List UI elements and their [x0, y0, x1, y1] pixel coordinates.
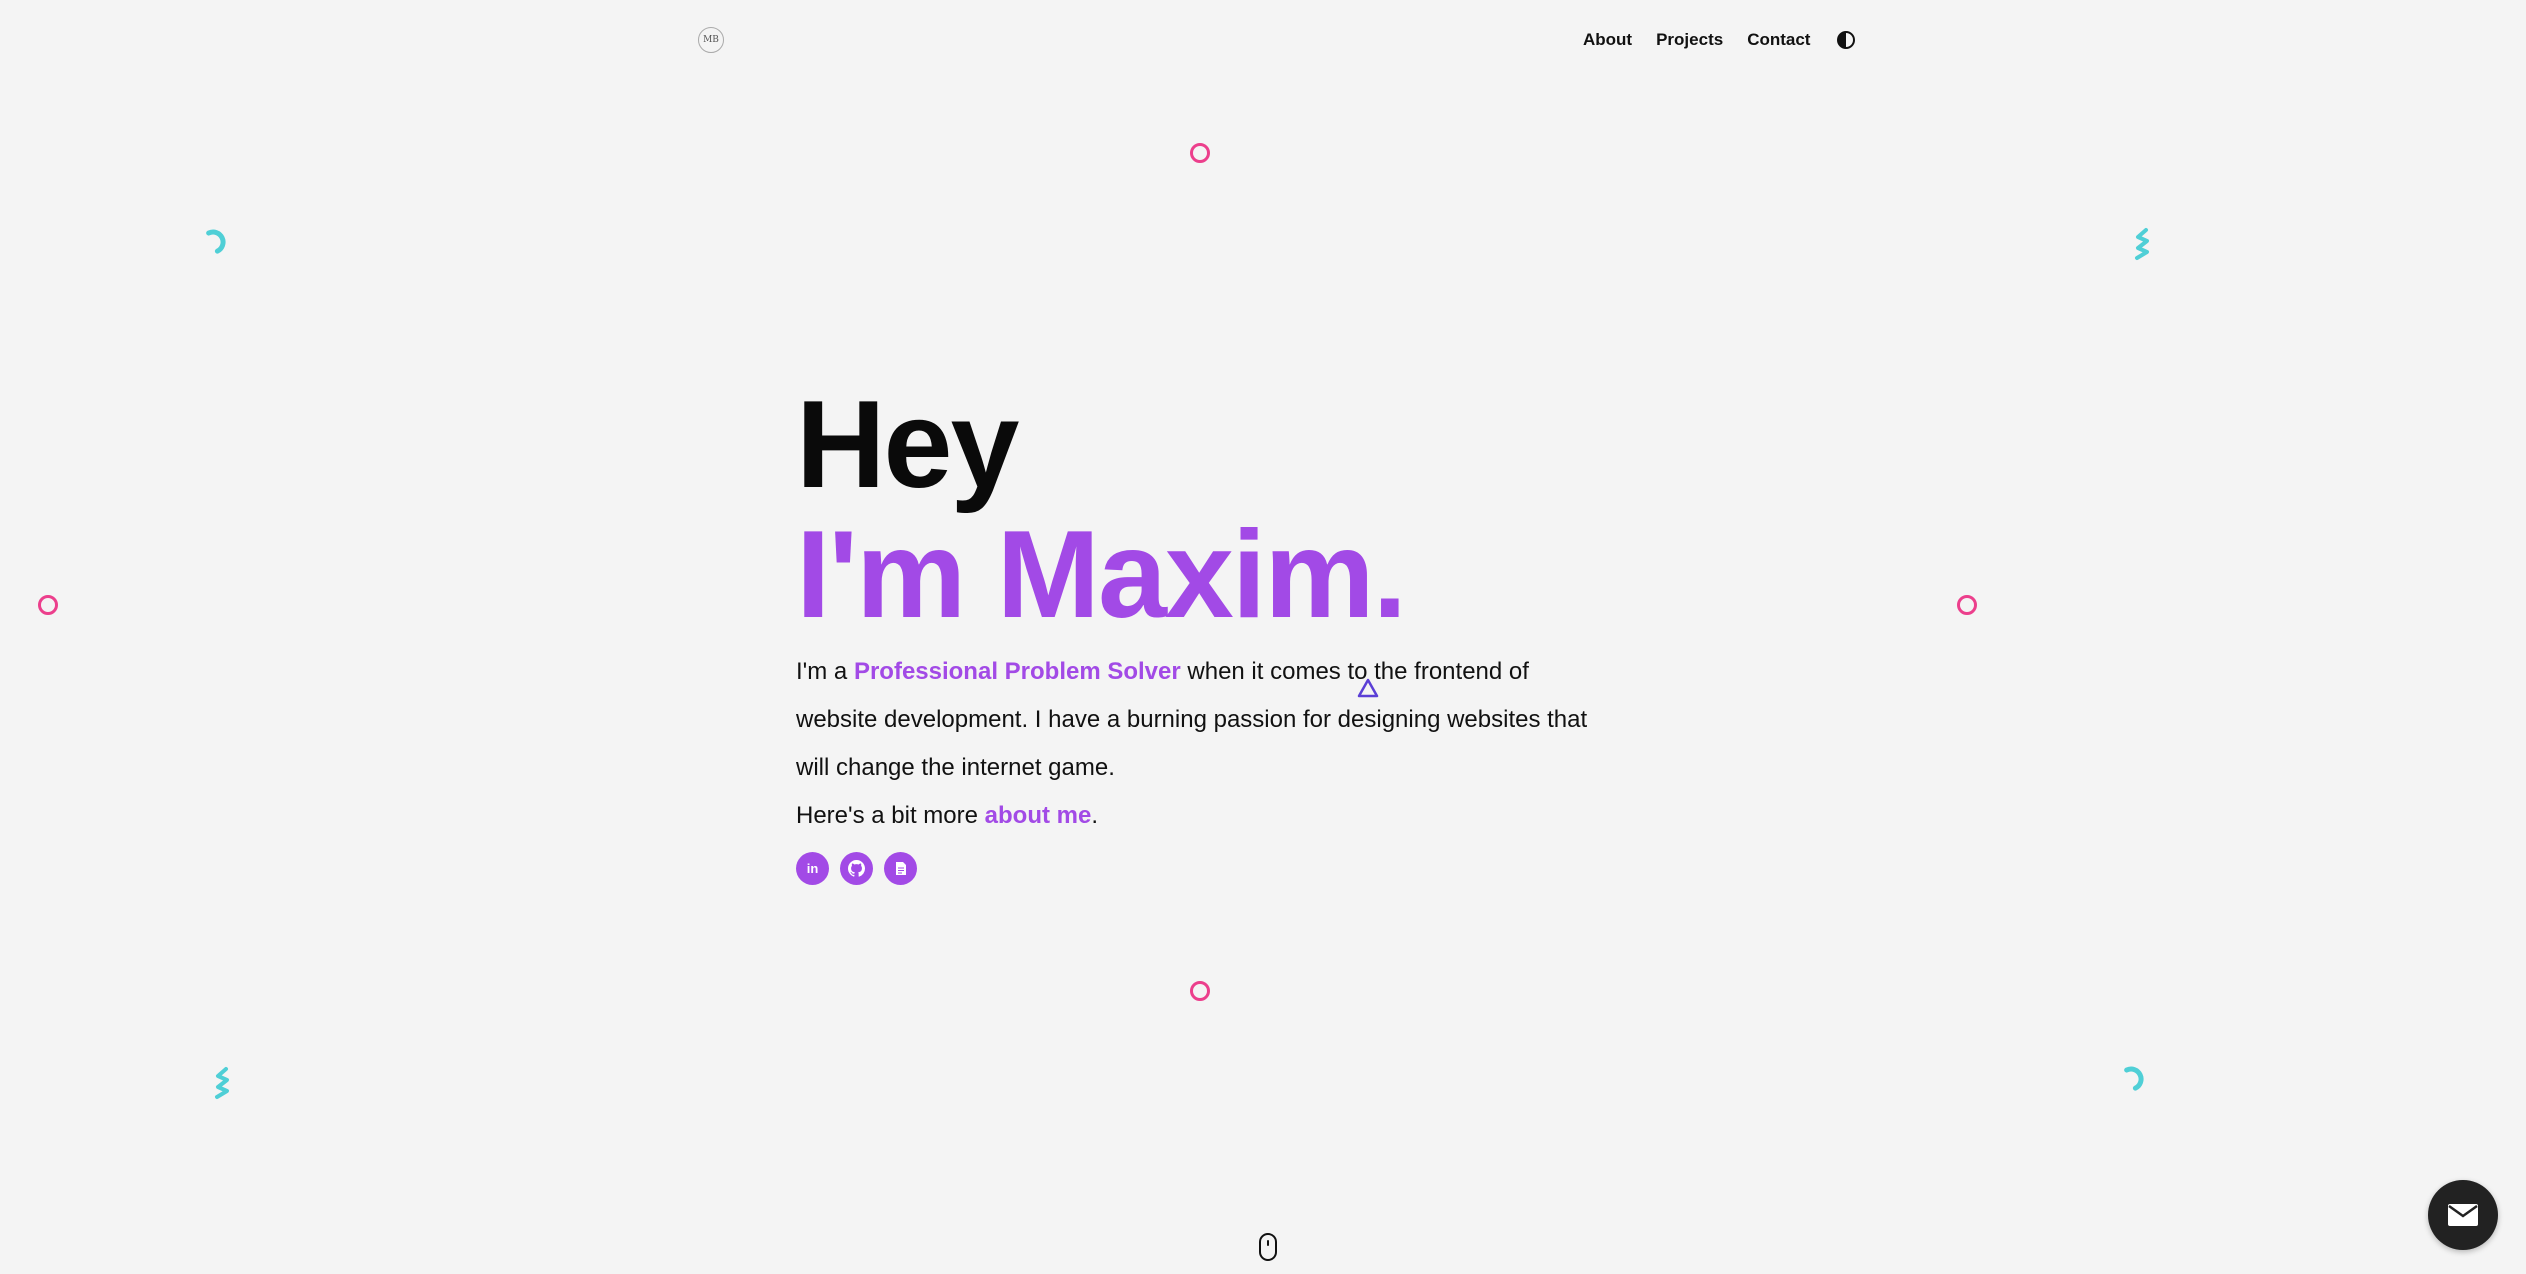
about-me-link[interactable]: about me: [985, 802, 1092, 829]
nav-link-contact[interactable]: Contact: [1747, 30, 1810, 50]
linkedin-button[interactable]: in: [796, 852, 829, 885]
intro-prefix: I'm a: [796, 658, 854, 685]
github-button[interactable]: [840, 852, 873, 885]
hero-section: Hey I'm Maxim. I'm a Professional Proble…: [796, 380, 1616, 885]
contact-fab-button[interactable]: [2428, 1180, 2498, 1250]
intro-highlight: Professional Problem Solver: [853, 658, 1181, 685]
logo-text: MB: [703, 35, 719, 45]
more-suffix: .: [1091, 802, 1099, 829]
resume-button[interactable]: [884, 852, 917, 885]
github-icon: [848, 860, 865, 877]
more-prefix: Here's a bit more: [796, 802, 985, 829]
nav-link-about[interactable]: About: [1583, 30, 1632, 50]
document-icon: [895, 862, 906, 875]
envelope-icon: [2448, 1204, 2478, 1226]
teal-arc-decoration: [2124, 1066, 2144, 1091]
teal-zigzag-decoration: [2135, 228, 2149, 260]
teal-arc-decoration: [206, 229, 226, 254]
hero-name: I'm Maxim.: [796, 506, 1407, 644]
hero-greeting: Hey: [796, 376, 1019, 514]
teal-zigzag-decoration: [215, 1067, 229, 1099]
theme-toggle-icon[interactable]: [1836, 30, 1856, 50]
linkedin-icon: in: [806, 861, 819, 876]
pink-ring-decoration: [1190, 143, 1210, 163]
hero-more-line: Here's a bit more about me.: [796, 792, 1616, 840]
page: MB About Projects Contact Hey I'm Maxim.…: [0, 0, 2526, 1274]
main-nav: About Projects Contact: [1583, 30, 1856, 50]
nav-link-projects[interactable]: Projects: [1656, 30, 1723, 50]
mouse-icon[interactable]: [1257, 1232, 1279, 1262]
pink-ring-decoration: [1190, 981, 1210, 1001]
pink-ring-decoration: [1957, 595, 1977, 615]
pink-ring-decoration: [38, 595, 58, 615]
site-logo[interactable]: MB: [698, 27, 724, 53]
hero-intro: I'm a Professional Problem Solver when i…: [796, 648, 1596, 792]
social-links: in: [796, 852, 1616, 885]
